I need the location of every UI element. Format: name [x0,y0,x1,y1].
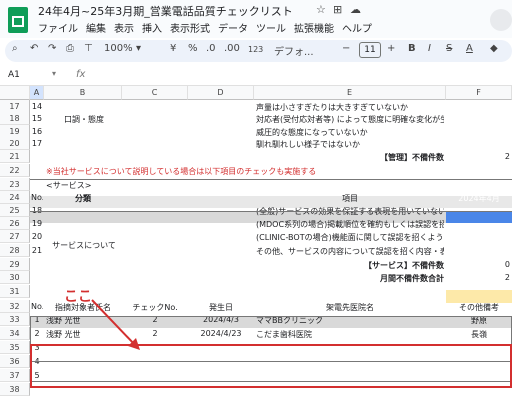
document-title[interactable]: 24年4月~25年3月期_営業電話品質チェックリスト [38,3,293,19]
row-header-31[interactable]: 31 [0,285,30,298]
fx-icon: fx [76,69,86,80]
cell-b24[interactable]: 分類 [46,193,120,204]
bold-button[interactable]: B [408,43,416,54]
menu-bar: ファイル 編集 表示 挿入 表示形式 データ ツール 拡張機能 ヘルプ [38,20,380,35]
move-icon[interactable]: ⊞ [333,3,342,16]
percent-format-button[interactable]: % [188,43,198,54]
cell-b23[interactable]: <サービス> [46,180,446,191]
zoom-select[interactable]: 100% [104,43,133,54]
row-header-32[interactable]: 32 [0,300,30,313]
title-bar: 24年4月~25年3月期_営業電話品質チェックリスト ☆ ⊞ ☁ ファイル 編集表… [0,0,512,38]
font-select[interactable]: デフォ... [274,43,314,58]
row-header-22[interactable]: 22 [0,164,30,177]
menu-tools[interactable]: ツール [256,24,286,35]
account-avatar[interactable] [490,9,512,31]
cell-e24[interactable]: 項目 [256,193,444,204]
category-service: サービスについて [52,241,116,250]
decrease-decimal-button[interactable]: .0 [206,43,216,54]
column-header-c[interactable]: C [122,86,188,100]
sheets-logo-icon[interactable] [8,7,28,33]
column-header-d[interactable]: D [188,86,254,100]
menu-edit[interactable]: 編集 [86,24,106,35]
row-header-26[interactable]: 26 [0,217,30,230]
chevron-down-icon[interactable]: ▾ [136,43,141,54]
row-header-27[interactable]: 27 [0,230,30,243]
row-header-28[interactable]: 28 [0,244,30,257]
cell-f24[interactable]: 2024年4月 [448,193,510,204]
menu-help[interactable]: ヘルプ [342,24,372,35]
row-header-35[interactable]: 35 [0,341,30,354]
menu-data[interactable]: データ [218,24,248,35]
undo-icon[interactable]: ↶ [30,43,38,54]
font-size-input[interactable]: 11 [359,42,381,58]
menu-insert[interactable]: 挿入 [142,24,162,35]
column-header-e[interactable]: E [254,86,446,100]
row-header-23[interactable]: 23 [0,178,30,191]
increase-decimal-button[interactable]: .00 [224,43,240,54]
cloud-status-icon[interactable]: ☁ [350,3,361,16]
row-header-38[interactable]: 38 [0,383,30,396]
print-icon[interactable]: ⎙ [66,43,74,54]
annotation-arrow-icon [91,299,140,350]
row-header-25[interactable]: 25 [0,204,30,217]
select-all-corner[interactable] [0,86,30,100]
column-header-a[interactable]: A [30,86,44,100]
column-header-b[interactable]: B [44,86,122,100]
menu-view[interactable]: 表示 [114,24,134,35]
row-header-30[interactable]: 30 [0,271,30,284]
name-box[interactable]: A1 [8,70,20,80]
star-icon[interactable]: ☆ [316,3,326,16]
category-tone-attitude: 口調・態度 [64,115,104,124]
search-menus-icon[interactable]: ⌕ [12,43,18,54]
row-header-34[interactable]: 34 [0,327,30,340]
increase-font-size-button[interactable]: + [387,43,395,54]
fill-color-icon[interactable]: ◆ [490,43,498,54]
row-header-33[interactable]: 33 [0,313,30,326]
menu-extensions[interactable]: 拡張機能 [294,24,334,35]
row-header-36[interactable]: 36 [0,355,30,368]
row-header-37[interactable]: 37 [0,369,30,382]
menu-file[interactable]: ファイル [38,24,78,35]
cell-a24[interactable]: No. [31,193,43,202]
paint-format-icon[interactable]: ⊤ [84,43,93,54]
italic-button[interactable]: I [428,43,431,54]
redo-icon[interactable]: ↷ [48,43,56,54]
number-format-button[interactable]: 123 [248,45,263,54]
row-header-18[interactable]: 18 [0,112,30,125]
currency-format-button[interactable]: ¥ [170,43,176,54]
row-header-21[interactable]: 21 [0,150,30,163]
text-color-button[interactable]: A [466,43,473,54]
row-header-20[interactable]: 20 [0,137,30,150]
column-header-f[interactable]: F [446,86,512,100]
menu-format[interactable]: 表示形式 [170,24,210,35]
decrease-font-size-button[interactable]: − [342,43,350,54]
row-header-24[interactable]: 24 [0,191,30,204]
row-header-29[interactable]: 29 [0,258,30,271]
formula-bar: A1 ▾ fx [0,66,512,86]
namebox-dropdown-icon[interactable]: ▾ [52,69,56,78]
strikethrough-button[interactable]: S [446,43,452,54]
